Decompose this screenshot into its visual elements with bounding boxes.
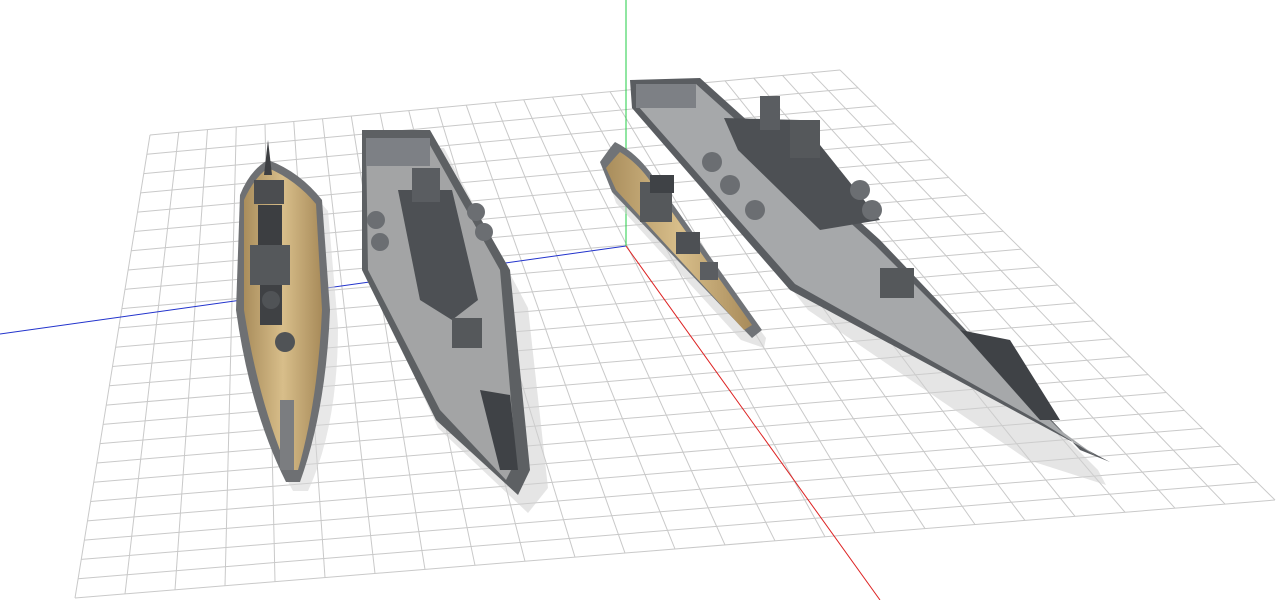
scene-canvas: [0, 0, 1276, 600]
ship-model-2[interactable]: [362, 130, 548, 513]
3d-viewport[interactable]: [0, 0, 1280, 600]
ship-model-1[interactable]: [236, 140, 338, 491]
